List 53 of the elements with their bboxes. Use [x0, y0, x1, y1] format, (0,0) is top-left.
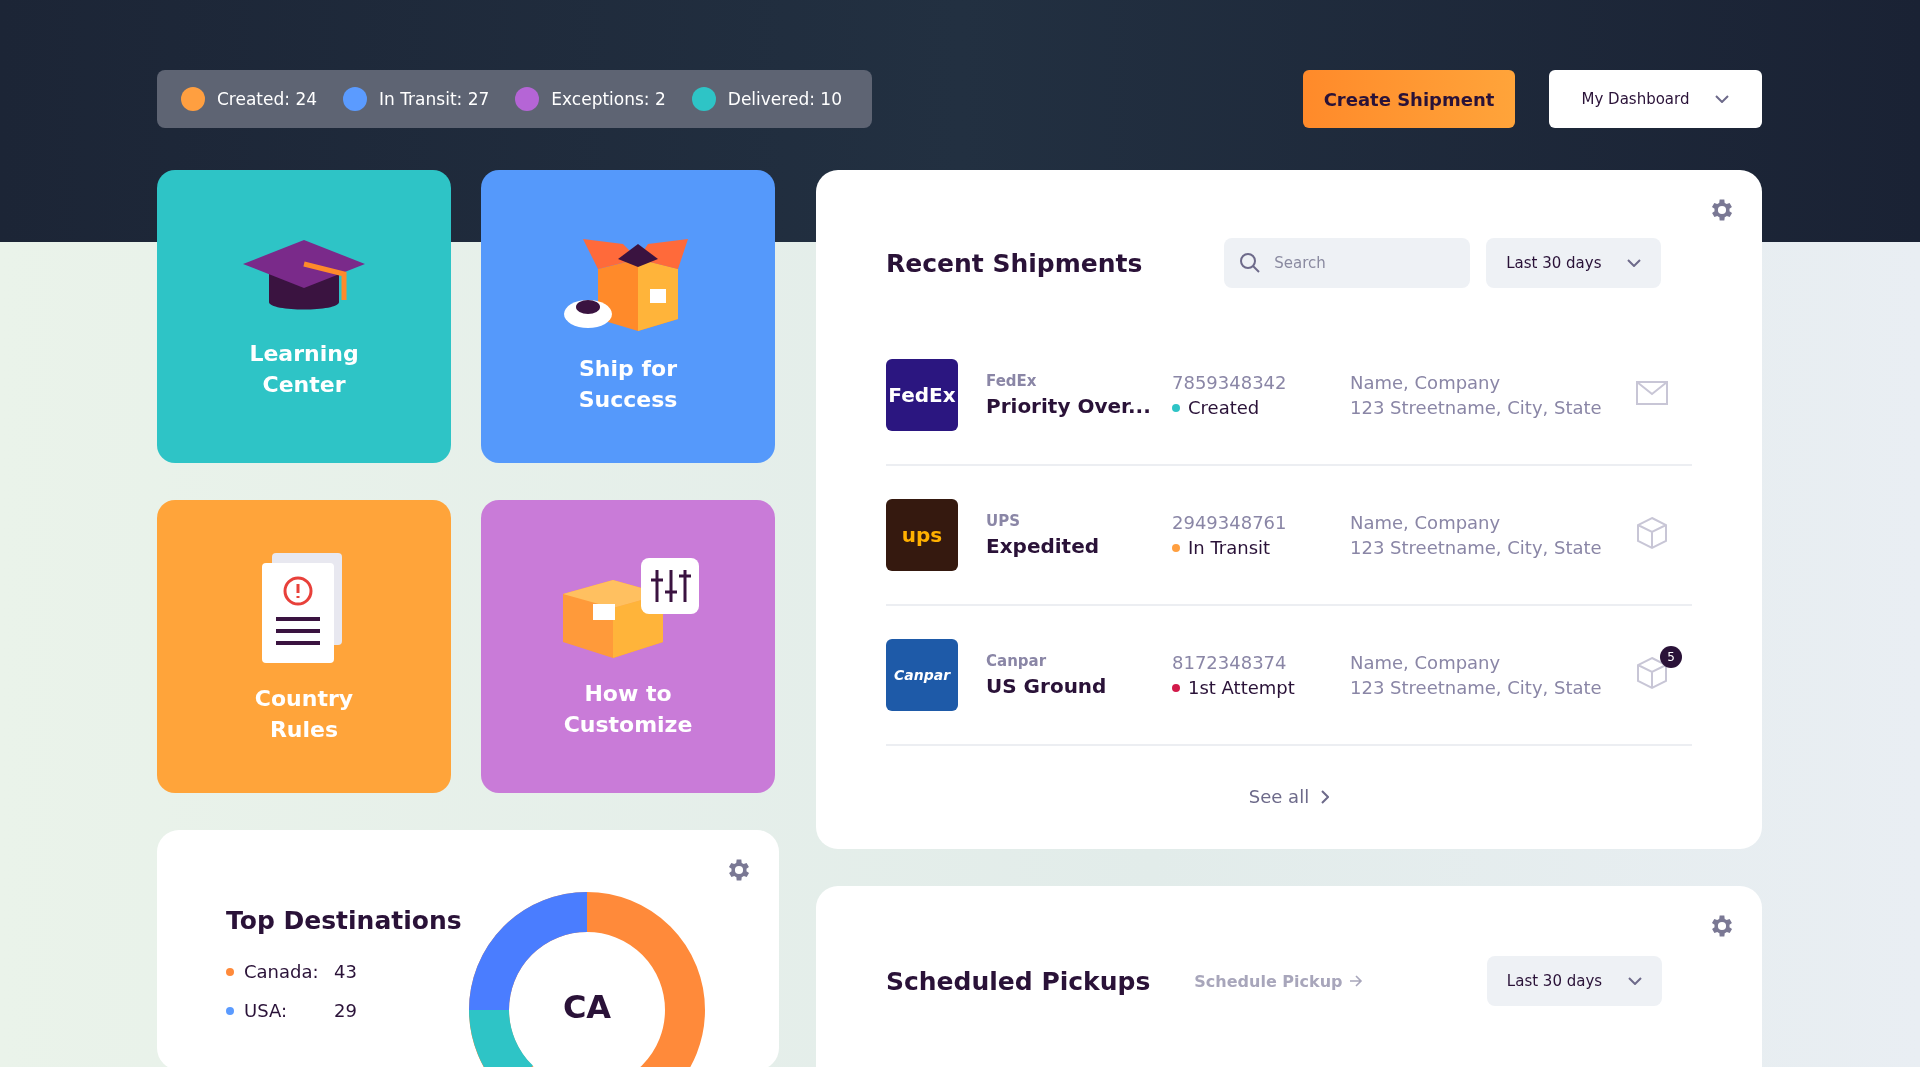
tile-label: Learning Center [249, 339, 359, 399]
carrier-name: UPS [986, 512, 1021, 530]
status-count: Exceptions: 2 [551, 89, 666, 109]
recipient-address: 123 Streetname, City, State [1350, 677, 1600, 698]
resource-tile[interactable]: Ship for Success [481, 170, 775, 463]
service-name: Priority Over... [986, 394, 1152, 418]
carrier-logo: FedEx [886, 359, 958, 431]
carrier-logo: ups [886, 499, 958, 571]
recipient-address: 123 Streetname, City, State [1350, 537, 1600, 558]
package-icon[interactable] [1636, 656, 1668, 690]
arrow-right-icon [1348, 975, 1363, 987]
shipment-status: 1st Attempt [1188, 677, 1295, 698]
dashboard-dropdown[interactable]: My Dashboard [1549, 70, 1762, 128]
chevron-down-icon [1715, 95, 1730, 103]
recipient-name: Name, Company [1350, 652, 1502, 673]
carrier-name: Canpar [986, 652, 1048, 670]
service-name: US Ground [986, 674, 1108, 698]
status-count: Created: 24 [217, 89, 318, 109]
recipient-name: Name, Company [1350, 512, 1502, 533]
tile-label: Country Rules [254, 684, 354, 744]
card-title: Recent Shipments [886, 248, 1143, 278]
create-shipment-button[interactable]: Create Shipment [1303, 70, 1515, 128]
recipient-name: Name, Company [1350, 372, 1502, 393]
search-icon [1240, 253, 1261, 273]
recipient-address: 123 Streetname, City, State [1350, 397, 1600, 418]
tile-label: How to Customize [563, 679, 693, 739]
donut-center-label: CA [561, 988, 613, 1026]
legend-value: 43 [334, 961, 357, 982]
tile-label: Ship for Success [578, 354, 678, 414]
shipment-status: In Transit [1188, 537, 1271, 558]
resource-tile[interactable]: How to Customize [481, 500, 775, 793]
legend-label: USA: [244, 1000, 288, 1021]
carrier-logo: Canpar [886, 639, 958, 711]
carrier-name: FedEx [986, 372, 1038, 390]
shipment-status: Created [1188, 397, 1260, 418]
tracking-number: 2949348761 [1172, 512, 1288, 533]
period-dropdown[interactable]: Last 30 days [1486, 238, 1662, 288]
tracking-number: 7859348342 [1172, 372, 1288, 393]
legend-label: Canada: [244, 961, 320, 982]
service-name: Expedited [986, 534, 1101, 558]
legend-value: 29 [334, 1000, 357, 1021]
status-count: In Transit: 27 [379, 89, 490, 109]
chevron-down-icon [1628, 977, 1643, 985]
tracking-number: 8172348374 [1172, 652, 1288, 673]
period-dropdown[interactable]: Last 30 days [1487, 956, 1662, 1006]
see-all-link[interactable]: See all [1248, 786, 1330, 807]
status-count: Delivered: 10 [727, 89, 842, 109]
chevron-down-icon [1627, 259, 1642, 267]
search-field[interactable]: Search [1224, 238, 1471, 288]
card-title: Scheduled Pickups [886, 966, 1151, 996]
count-badge: 5 [1660, 646, 1682, 668]
card-title: Top Destinations [226, 906, 462, 935]
chevron-right-icon [1321, 789, 1330, 804]
